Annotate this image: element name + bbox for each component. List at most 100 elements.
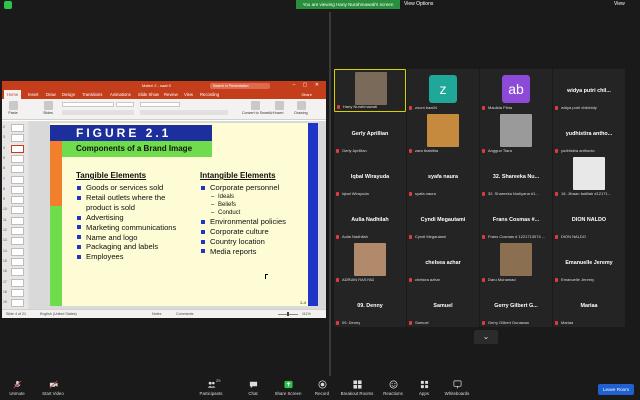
slide-thumbnail[interactable] (11, 288, 24, 297)
new-slide-button[interactable]: Slides (40, 101, 56, 118)
slide-thumbnail[interactable] (11, 227, 24, 235)
thumbnail-number: 9 (3, 197, 5, 202)
reactions-button[interactable]: Reactions (382, 380, 404, 400)
view-options-button[interactable]: View Options (404, 0, 442, 9)
meeting-toolbar: Unmute Start Video Participants 29 Chat … (0, 378, 640, 400)
breakout-rooms-button[interactable]: Breakout Rooms (340, 380, 374, 400)
slide-thumbnail[interactable] (11, 247, 24, 256)
split-view-divider[interactable] (329, 12, 331, 376)
slide-thumbnail[interactable] (11, 278, 24, 287)
slide-thumbnail[interactable] (11, 175, 24, 184)
window-controls-icon[interactable]: – ▢ ✕ (293, 81, 322, 90)
zoom-level[interactable]: 111% (302, 310, 311, 318)
notes-button[interactable]: Notes (152, 310, 161, 318)
participant-tile[interactable]: syafa naura syafa naura (407, 155, 479, 198)
thumbnail-number: 4 (3, 145, 5, 150)
font-format-group[interactable] (62, 110, 134, 115)
apps-button[interactable]: Apps (416, 380, 432, 400)
share-screen-button[interactable]: Share Screen (274, 380, 302, 400)
slide-thumbnail[interactable] (11, 154, 24, 163)
participant-tile[interactable]: Mariaa Mariaa (553, 284, 625, 327)
start-video-button[interactable]: Start Video (40, 380, 66, 400)
slide-canvas[interactable]: FIGURE 2.1 Components of a Brand Image T… (50, 123, 318, 306)
tab-slide-show[interactable]: Slide Show (138, 90, 159, 99)
slide-thumbnail[interactable] (11, 257, 24, 266)
slide-thumbnail[interactable] (11, 237, 24, 246)
drawing-button[interactable]: Drawing (292, 101, 310, 118)
unmute-button[interactable]: Unmute (6, 380, 28, 400)
tab-transitions[interactable]: Transitions (82, 90, 102, 99)
participant-tile[interactable]: Cyndi Megautami Cyndi Megautami (407, 198, 479, 241)
comments-button[interactable]: Comments (176, 310, 193, 318)
participant-tile[interactable]: DION NALDO DION NALDO (553, 198, 625, 241)
slide-thumbnail[interactable] (11, 268, 24, 277)
thumbnail-number: 7 (3, 176, 5, 181)
participant-tile[interactable]: zara thabitha (407, 112, 479, 155)
leave-room-button[interactable]: Leave Room (598, 384, 634, 395)
tab-design[interactable]: Design (62, 90, 75, 99)
tab-insert[interactable]: Insert (28, 90, 38, 99)
chevron-down-icon[interactable]: ⌄ (474, 330, 498, 344)
tab-animations[interactable]: Animations (110, 90, 131, 99)
tab-view[interactable]: View (184, 90, 193, 99)
zoom-slider-handle[interactable] (287, 312, 289, 316)
ppt-search-input[interactable]: Search in Presentation (210, 82, 270, 89)
participant-tile[interactable]: ab Maulida Fitria (480, 69, 552, 112)
slide-thumbnail[interactable] (11, 299, 24, 308)
participant-tile[interactable]: Aulia Nadhilah Aulia Nadhilah (334, 198, 406, 241)
participant-tile[interactable]: Gerly Aprillian Gerly Aprillian (334, 112, 406, 155)
tab-home[interactable]: Home (4, 90, 22, 99)
participant-name-label: yudhistira anthonio (555, 148, 595, 154)
participant-tile[interactable]: widya putri chil... widya putri childnidy (553, 69, 625, 112)
slide-thumbnail[interactable] (11, 144, 24, 153)
slide-editing-area[interactable]: FIGURE 2.1 Components of a Brand Image T… (30, 121, 326, 309)
view-button[interactable]: View (614, 0, 625, 9)
zoom-meeting-window: You are viewing Hany Nurahmawati's scree… (0, 0, 640, 400)
ppt-filename: Materi 2 - saat 0 (142, 83, 171, 88)
ppt-share-button[interactable]: Share (301, 92, 312, 98)
participant-tile[interactable]: Iqbal Wirayuda Iqbal Wirayuda (334, 155, 406, 198)
slide-thumbnail[interactable] (11, 124, 24, 132)
participant-tile[interactable]: Hany Nurahmawati (334, 69, 406, 112)
participant-tile[interactable]: Samuel Samuel (407, 284, 479, 327)
convert-smartart-button[interactable]: Convert to SmartArt (242, 101, 274, 118)
smiley-icon (389, 380, 397, 389)
font-name-select[interactable] (62, 102, 114, 107)
shield-icon[interactable] (4, 1, 12, 9)
participant-tile[interactable]: 09. Denny 09. Denny (334, 284, 406, 327)
chat-button[interactable]: Chat (244, 380, 262, 400)
shared-screen-powerpoint: Materi 2 - saat 0 Search in Presentation… (2, 81, 326, 318)
participant-tile[interactable]: Gerry Gilbert G... Gerry Gilbert Gunawan (480, 284, 552, 327)
slide-thumbnail[interactable] (11, 206, 24, 215)
participant-tile[interactable]: 32. Shareeka Nu... 32. Shareeka Nurliyana… (480, 155, 552, 198)
participant-tile[interactable]: Frans Cosmas #... Frans Cosmas # 12217130… (480, 198, 552, 241)
list-item: Country location (200, 237, 308, 247)
participant-tile[interactable]: z zoom baa04 (407, 69, 479, 112)
participant-tile[interactable]: 18. Jihaan fadillah #12171... (553, 155, 625, 198)
language-indicator[interactable]: English (United States) (40, 310, 77, 318)
participant-tile[interactable]: Daru Muhamad (480, 241, 552, 284)
slide-thumbnail[interactable] (11, 185, 24, 194)
tab-recording[interactable]: Recording (200, 90, 219, 99)
paste-button[interactable]: Paste (6, 101, 20, 118)
participant-tile[interactable]: yudhistira antho... yudhistira anthonio (553, 112, 625, 155)
slide-thumbnails-pane[interactable]: 2 3 4 5 6 7 8 9 10 11 12 13 14 15 16 17 18 19 (2, 121, 28, 309)
tab-draw[interactable]: Draw (46, 90, 56, 99)
slide-thumbnail[interactable] (11, 216, 24, 225)
slide-thumbnail[interactable] (11, 196, 24, 205)
participant-tile[interactable]: chelsea azhar chelsea azhar (407, 241, 479, 284)
participant-tile[interactable]: Emanuelle Jeremy Emanuelle Jeremy (553, 241, 625, 284)
insert-button[interactable]: Insert (272, 101, 286, 118)
slide-thumbnail[interactable] (11, 134, 24, 143)
participant-tile[interactable]: ADRIAN RASYAD (334, 241, 406, 284)
whiteboards-button[interactable]: Whiteboards (442, 380, 472, 400)
tab-review[interactable]: Review (164, 90, 178, 99)
alignment-group[interactable] (140, 110, 228, 115)
paragraph-group[interactable] (140, 102, 180, 107)
participant-tile[interactable]: Anggun Tiara (480, 112, 552, 155)
record-button[interactable]: Record (312, 380, 332, 400)
slide-thumbnail[interactable] (11, 165, 24, 174)
participant-name-label: Anggun Tiara (482, 148, 512, 154)
smartart-icon (250, 101, 260, 110)
font-size-select[interactable] (116, 102, 134, 107)
